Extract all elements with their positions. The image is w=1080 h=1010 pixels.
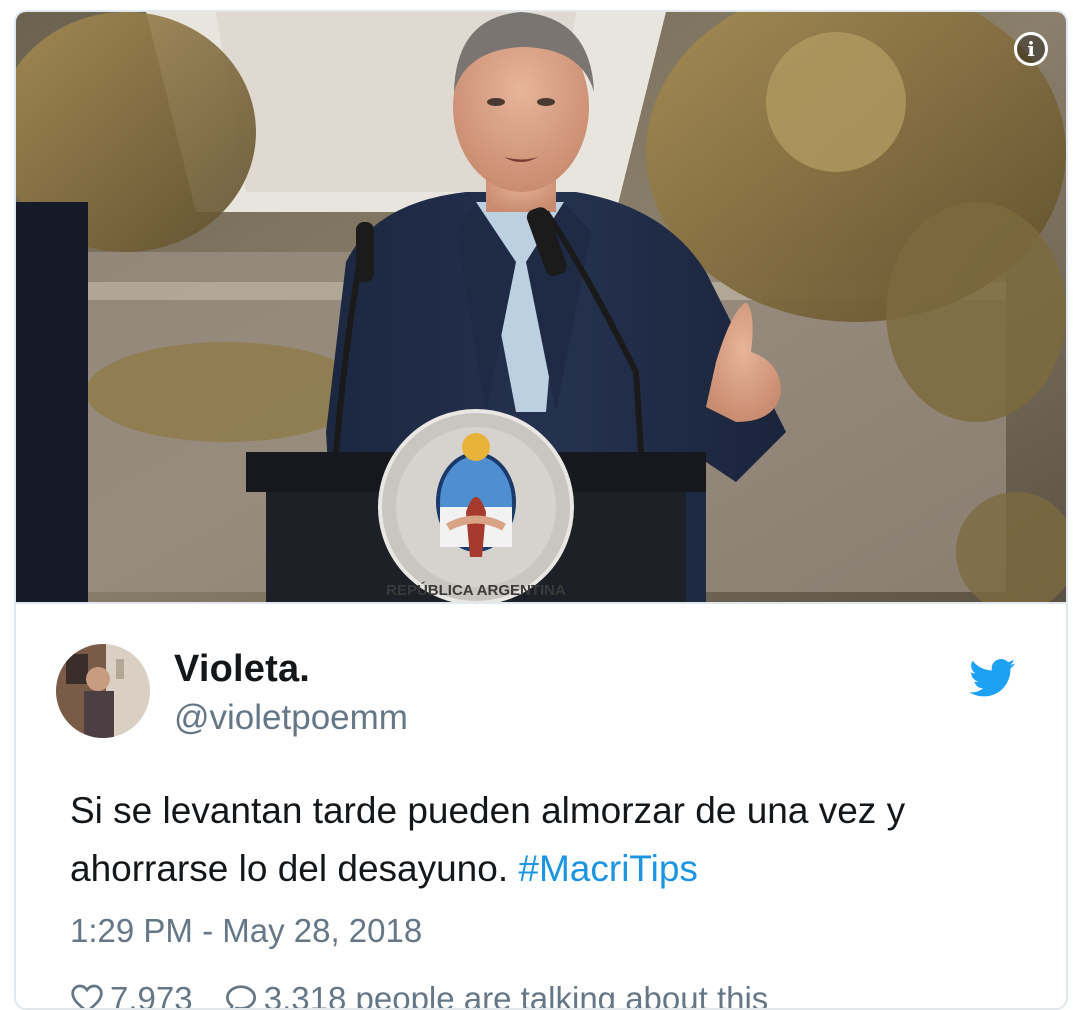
tweet-photo[interactable]: REPÚBLICA ARGENTINA i (16, 12, 1066, 604)
podium-seal-text: REPÚBLICA ARGENTINA (386, 581, 566, 599)
tweet-header: Violeta. @violetpoemm (56, 642, 1016, 742)
press-conference-photo: REPÚBLICA ARGENTINA (16, 12, 1066, 602)
speech-bubble-icon (225, 985, 256, 1008)
tweet-text: Si se levantan tarde pueden almorzar de … (70, 782, 1030, 898)
heart-icon (71, 984, 103, 1008)
avatar[interactable] (56, 644, 150, 738)
hashtag-link[interactable]: #MacriTips (518, 848, 698, 889)
tweet-body: Si se levantan tarde pueden almorzar de … (70, 790, 906, 889)
twitter-bird-icon[interactable] (970, 658, 1016, 698)
reply-conversation-button[interactable]: 3.318 people are talking about this (224, 980, 769, 1010)
like-count: 7.973 (110, 980, 193, 1010)
like-button[interactable]: 7.973 (70, 980, 193, 1010)
info-icon[interactable]: i (1014, 32, 1048, 66)
tweet-timestamp[interactable]: 1:29 PM - May 28, 2018 (70, 912, 422, 950)
user-handle[interactable]: @violetpoemm (174, 698, 408, 738)
talking-count: 3.318 people are talking about this (263, 980, 769, 1010)
display-name[interactable]: Violeta. (174, 648, 310, 691)
tweet-card[interactable]: REPÚBLICA ARGENTINA i Violeta. @violetpo… (14, 10, 1068, 1010)
tweet-actions: 7.973 3.318 people are talking about thi… (70, 980, 790, 1010)
